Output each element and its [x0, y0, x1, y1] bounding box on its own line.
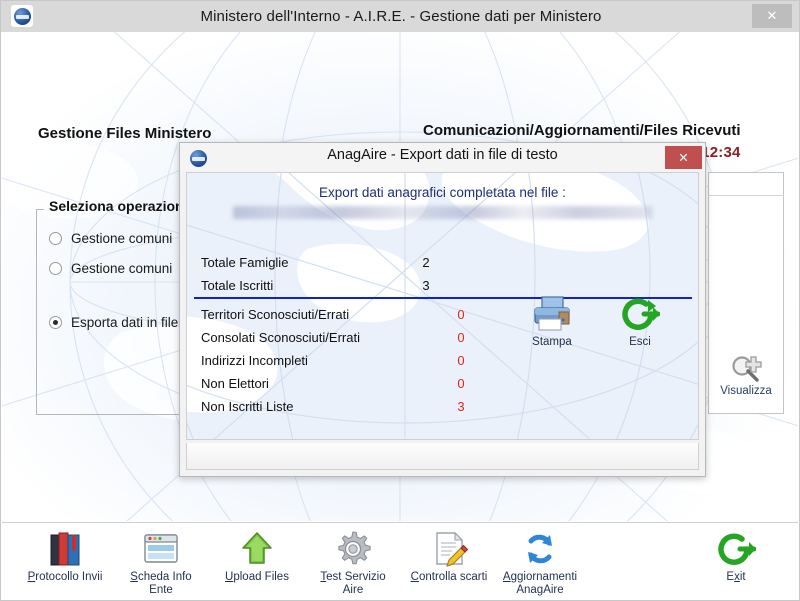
dialog-file-path-redacted — [233, 206, 653, 219]
radio-icon-selected[interactable] — [49, 316, 62, 329]
accel: x — [734, 571, 740, 583]
toolbar-item-scheda-info-ente[interactable]: Scheda Info Ente — [113, 529, 209, 597]
totals-value: 3 — [422, 278, 430, 293]
radio-option-gestione-comuni-2[interactable]: Gestione comuni — [49, 261, 172, 276]
accel: P — [27, 571, 36, 583]
client-area: Gestione Files Ministero Comunicazioni/A… — [2, 32, 798, 521]
dialog-separator — [194, 297, 692, 299]
esci-button[interactable]: Esci — [620, 294, 660, 348]
errors-row: Non Elettori 0 — [201, 372, 681, 395]
radio-option-gestione-comuni-1[interactable]: Gestione comuni — [49, 231, 172, 246]
section-heading-right: Comunicazioni/Aggiornamenti/Files Ricevu… — [423, 122, 741, 139]
toolbar-item-controlla-scarti[interactable]: Controlla scarti — [401, 529, 497, 584]
radio-label: Gestione comuni — [71, 261, 173, 276]
errors-row: Indirizzi Incompleti 0 — [201, 349, 681, 372]
radio-label: Esporta dati in file — [71, 315, 179, 330]
totals-row: Totale Famiglie 2 — [201, 251, 681, 274]
errors-list: Territori Sconosciuti/Errati 0 Consolati… — [201, 303, 681, 418]
errors-label: Non Iscritti Liste — [201, 399, 294, 414]
toolbar-item-aggiornamenti-anagaire[interactable]: Aggiornamenti AnagAire — [492, 529, 588, 597]
accel: C — [410, 571, 419, 583]
errors-row: Consolati Sconosciuti/Errati 0 — [201, 326, 681, 349]
totals-label: Totale Famiglie — [201, 255, 289, 270]
app-globe-icon — [11, 5, 33, 27]
accel: A — [502, 571, 511, 583]
radio-label: Gestione comuni — [71, 231, 173, 246]
section-heading-left: Gestione Files Ministero — [38, 125, 212, 142]
toolbar-item-test-servizio-aire[interactable]: Test Servizio Aire — [305, 529, 401, 597]
accel: U — [225, 571, 234, 583]
magnifier-plus-icon — [729, 354, 763, 384]
toolbar-label: Test Servizio Aire — [320, 571, 386, 596]
errors-row: Non Iscritti Liste 3 — [201, 395, 681, 418]
visualizza-label: Visualizza — [720, 385, 772, 397]
toolbar-label: Controlla scarti — [410, 571, 488, 583]
toolbar-label: Upload Files — [225, 571, 289, 583]
totals-row: Totale Iscritti 3 — [201, 274, 681, 297]
totals-value: 2 — [422, 255, 430, 270]
toolbar-label: Exit — [726, 571, 746, 583]
dialog-titlebar: AnagAire - Export dati in file di testo … — [180, 143, 705, 172]
printer-icon — [529, 294, 575, 334]
refresh-icon — [519, 529, 561, 569]
window-icon — [140, 529, 182, 569]
toolbar-label: Scheda Info Ente — [130, 571, 192, 596]
books-icon — [43, 529, 87, 569]
received-files-panel-divider — [708, 195, 784, 196]
dialog-title: AnagAire - Export dati in file di testo — [327, 147, 558, 163]
window-close-button[interactable]: ✕ — [752, 4, 792, 28]
errors-label: Non Elettori — [201, 376, 269, 391]
errors-label: Consolati Sconosciuti/Errati — [201, 330, 360, 345]
toolbar-label: Protocollo Invii — [27, 571, 103, 583]
toolbar-item-exit[interactable]: Exit — [688, 529, 784, 584]
toolbar-item-upload-files[interactable]: Upload Files — [209, 529, 305, 584]
stampa-button[interactable]: Stampa — [529, 294, 575, 348]
errors-value: 0 — [457, 330, 465, 345]
toolbar-label: Aggiornamenti AnagAire — [502, 571, 578, 596]
accel: T — [320, 571, 327, 583]
application-window: Ministero dell'Interno - A.I.R.E. - Gest… — [0, 0, 800, 601]
stampa-label: Stampa — [532, 336, 572, 348]
toolbar-item-protocollo-invii[interactable]: Protocollo Invii — [17, 529, 113, 584]
gear-icon — [333, 529, 373, 569]
totals-list: Totale Famiglie 2 Totale Iscritti 3 — [201, 251, 681, 297]
groupbox-legend: Seleziona operazione — [49, 198, 192, 214]
totals-label: Totale Iscritti — [201, 278, 274, 293]
errors-label: Indirizzi Incompleti — [201, 353, 308, 368]
radio-option-esporta-dati[interactable]: Esporta dati in file — [49, 315, 178, 330]
accel: S — [130, 571, 138, 583]
window-title: Ministero dell'Interno - A.I.R.E. - Gest… — [200, 8, 602, 25]
dialog-footer — [186, 443, 699, 470]
bottom-toolbar: Protocollo Invii Scheda Info Ente Upload… — [2, 522, 798, 600]
errors-value: 0 — [457, 307, 465, 322]
errors-row: Territori Sconosciuti/Errati 0 — [201, 303, 681, 326]
visualizza-button[interactable]: Visualizza — [708, 354, 784, 397]
document-edit-icon — [428, 529, 470, 569]
radio-icon[interactable] — [49, 232, 62, 245]
errors-value: 0 — [457, 353, 465, 368]
dialog-message: Export dati anagrafici completata nel fi… — [319, 185, 566, 200]
esci-label: Esci — [629, 336, 651, 348]
errors-label: Territori Sconosciuti/Errati — [201, 307, 350, 322]
exit-arrow-icon — [620, 294, 660, 334]
radio-icon[interactable] — [49, 262, 62, 275]
errors-value: 0 — [457, 376, 465, 391]
exit-arrow-icon — [716, 529, 756, 569]
errors-value: 3 — [457, 399, 465, 414]
window-titlebar: Ministero dell'Interno - A.I.R.E. - Gest… — [1, 1, 799, 32]
up-arrow-icon — [237, 529, 277, 569]
dialog-close-button[interactable]: ✕ — [665, 146, 702, 169]
groupbox-top-border — [36, 209, 44, 210]
